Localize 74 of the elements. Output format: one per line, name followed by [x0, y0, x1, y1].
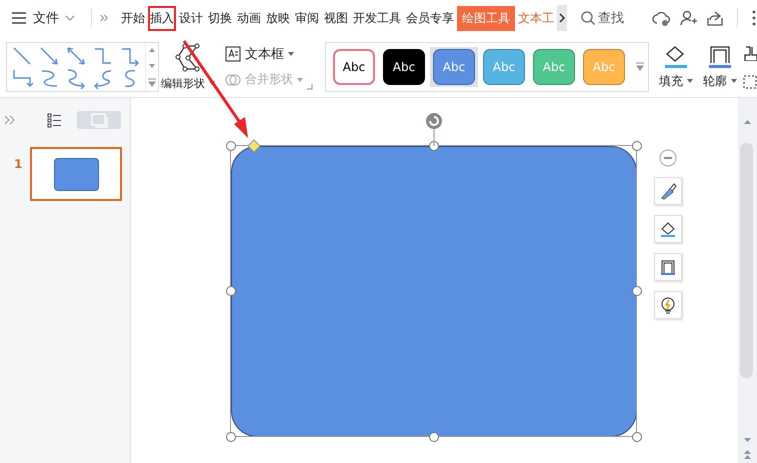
merge-shape-icon	[225, 72, 241, 88]
outline-view-button[interactable]	[45, 111, 63, 129]
add-user-icon[interactable]	[679, 9, 698, 27]
scroll-up-icon[interactable]	[744, 119, 751, 125]
resize-handle[interactable]	[226, 286, 236, 296]
resize-handle[interactable]	[226, 141, 236, 151]
rotate-handle[interactable]	[425, 112, 443, 148]
collapse-icon[interactable]	[659, 149, 677, 167]
share-icon[interactable]	[706, 9, 724, 27]
edit-shape-icon	[175, 42, 201, 72]
ribbon-tab[interactable]: 审阅	[292, 6, 321, 30]
slides-icon	[90, 112, 108, 128]
search-icon	[581, 11, 596, 25]
brush-icon[interactable]	[743, 44, 757, 60]
text-box-icon	[225, 46, 241, 62]
ribbon-tab[interactable]: 设计	[176, 6, 205, 30]
dropdown-icon	[297, 78, 303, 82]
fill-bucket-icon	[663, 44, 689, 68]
resize-handle[interactable]	[632, 141, 642, 151]
dropdown-icon	[731, 79, 737, 83]
adjust-handle[interactable]	[247, 139, 261, 153]
outline-button[interactable]: 轮廓	[703, 44, 737, 90]
collapse-panel-icon[interactable]	[4, 115, 15, 125]
brush-icon	[659, 182, 677, 200]
list-icon	[46, 112, 62, 128]
slide-thumbnail[interactable]	[30, 147, 122, 201]
ribbon-tab[interactable]: 动画	[234, 6, 263, 30]
line-shape-icon[interactable]	[38, 44, 60, 66]
line-shape-icon[interactable]	[65, 66, 87, 88]
ribbon-tab[interactable]: 插入	[148, 6, 176, 30]
expand-gallery-icon[interactable]	[636, 62, 644, 71]
ribbon-tab[interactable]: 放映	[264, 6, 292, 30]
scroll-up-icon[interactable]	[148, 46, 156, 54]
chevron-right-icon[interactable]	[558, 13, 566, 23]
line-shape-icon[interactable]	[65, 44, 87, 66]
ribbon-tab[interactable]: 视图	[322, 6, 350, 30]
quick-style-button[interactable]	[654, 291, 682, 319]
ribbon-tab[interactable]: 开始	[118, 6, 147, 30]
scroll-down-icon[interactable]	[744, 437, 751, 443]
outline-button[interactable]	[654, 253, 682, 281]
file-menu[interactable]: 文件	[33, 9, 59, 27]
expand-gallery-icon[interactable]	[148, 78, 156, 87]
fill-icon	[659, 220, 677, 238]
line-shape-icon[interactable]	[11, 44, 33, 66]
fill-button[interactable]: 填充	[659, 44, 693, 90]
effects-icon[interactable]	[743, 74, 757, 88]
more-icon[interactable]	[751, 9, 757, 27]
vertical-scrollbar[interactable]	[738, 98, 757, 463]
page-up-icon[interactable]	[744, 449, 751, 460]
edit-shape-button[interactable]: 编辑形状	[161, 76, 215, 90]
menu-icon[interactable]	[11, 10, 27, 26]
search-button[interactable]: 查找	[581, 9, 624, 27]
dropdown-icon	[687, 79, 693, 83]
dialog-launcher-icon[interactable]	[307, 84, 313, 90]
dropdown-icon	[288, 52, 294, 56]
ribbon-tab[interactable]: 会员专享	[404, 6, 456, 30]
chevron-down-icon	[65, 14, 75, 22]
resize-handle[interactable]	[226, 432, 236, 442]
cloud-icon[interactable]	[652, 9, 670, 27]
expand-icon[interactable]	[100, 12, 109, 24]
ribbon-tab[interactable]: 切换	[206, 6, 234, 30]
brush-button[interactable]	[654, 177, 682, 205]
resize-handle[interactable]	[429, 432, 439, 442]
outline-icon	[659, 258, 677, 276]
quick-style-icon	[659, 296, 677, 314]
slide-number: 1	[14, 156, 22, 171]
fill-button[interactable]	[654, 215, 682, 243]
text-box-button[interactable]: 文本框	[225, 45, 294, 63]
resize-handle[interactable]	[632, 286, 642, 296]
scroll-down-icon[interactable]	[148, 62, 156, 70]
outline-icon	[707, 44, 733, 68]
resize-handle[interactable]	[632, 432, 642, 442]
dropdown-icon	[209, 81, 215, 85]
ribbon-tab[interactable]: 开发工具	[350, 6, 403, 30]
